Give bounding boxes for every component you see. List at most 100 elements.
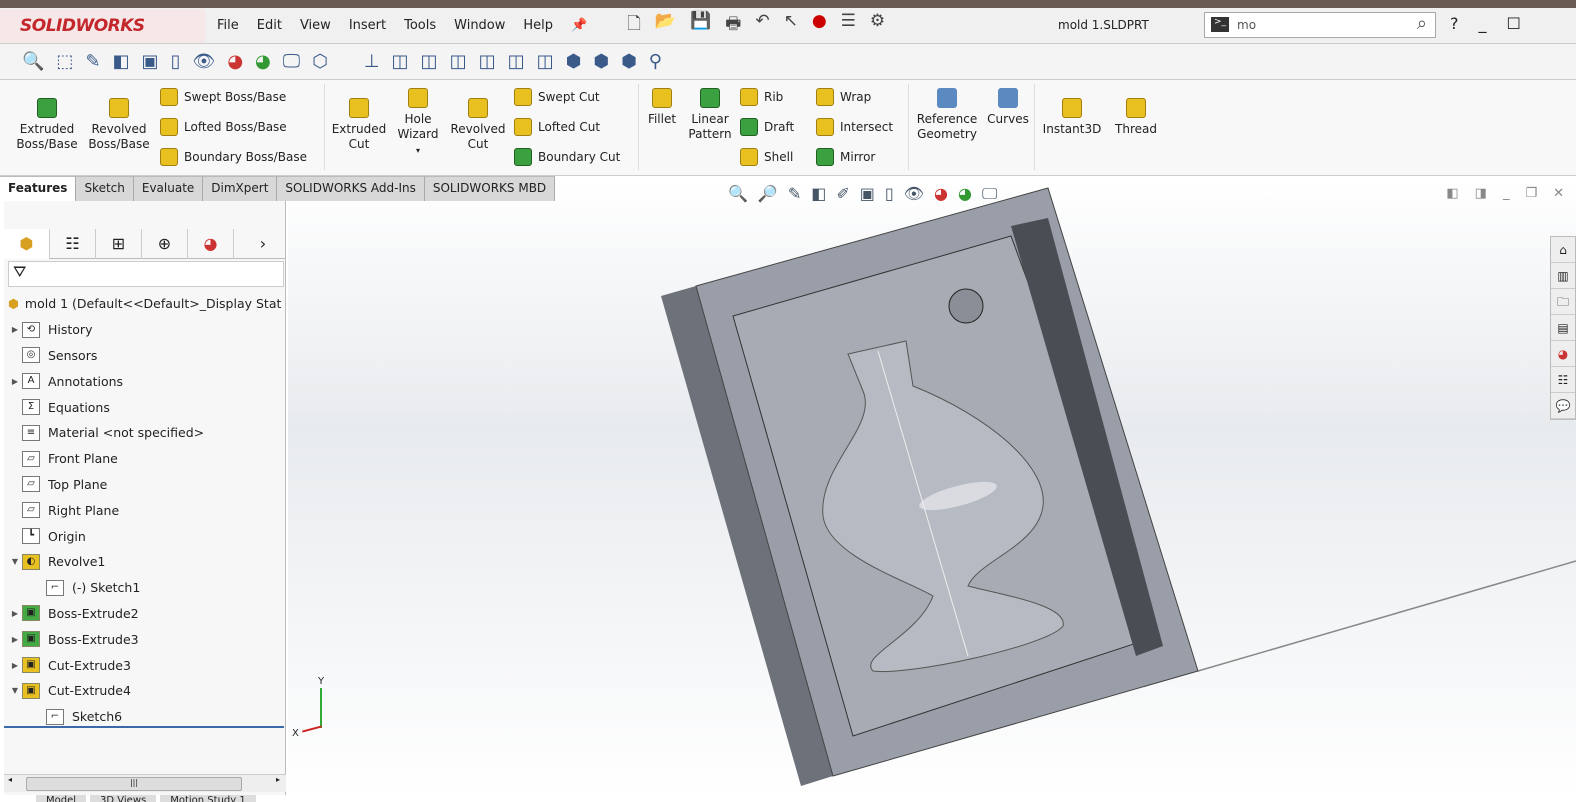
standard-view-front-icon[interactable]: ◫: [392, 51, 409, 72]
tree-item[interactable]: ≡ Material <not specified>: [4, 420, 281, 446]
tab-sketch[interactable]: Sketch: [76, 176, 134, 201]
file-properties-icon[interactable]: ☰: [841, 11, 856, 40]
dimxpert-manager-tab-icon[interactable]: ⊕: [142, 229, 188, 259]
expand-arrow-icon[interactable]: ▶: [8, 325, 22, 334]
appearances-icon[interactable]: ◕: [1551, 341, 1575, 367]
instant3d-button[interactable]: Instant3D: [1040, 98, 1104, 137]
custom-properties-icon[interactable]: ☷: [1551, 367, 1575, 393]
new-document-icon[interactable]: 🗋: [627, 11, 641, 40]
menu-edit[interactable]: Edit: [257, 18, 282, 33]
view-orientation-icon[interactable]: ▣: [142, 51, 159, 72]
link-view-icon[interactable]: ⚲: [649, 51, 662, 72]
standard-view-top-icon[interactable]: ◫: [508, 51, 525, 72]
lofted-boss-button[interactable]: Lofted Boss/Base: [160, 118, 287, 136]
graphics-area[interactable]: 🔍 🔎 ✎ ◧ ✐ ▣ ▯ 👁 ◕ ◕ 🖵 ◧ ◨ _ ❐ ✕ Y X ⌂ ▥ 🗀 ▤ ◕ ☷ 💬: [288, 176, 1576, 802]
maximize-button[interactable]: ☐: [1507, 14, 1521, 33]
rib-button[interactable]: Rib: [740, 88, 783, 106]
intersect-button[interactable]: Intersect: [816, 118, 893, 136]
3d-view-icon[interactable]: ⬡: [312, 51, 328, 72]
extruded-cut-button[interactable]: Extruded Cut: [330, 98, 388, 152]
file-explorer-icon[interactable]: 🗀: [1551, 289, 1575, 315]
previous-view-icon[interactable]: ✎: [85, 51, 100, 72]
menu-window[interactable]: Window: [454, 18, 505, 33]
view-palette-icon[interactable]: ▤: [1551, 315, 1575, 341]
expand-arrow-icon[interactable]: ▶: [8, 661, 22, 670]
shell-button[interactable]: Shell: [740, 148, 793, 166]
dimetric-icon[interactable]: ⬢: [621, 51, 637, 72]
revolved-boss-button[interactable]: Revolved Boss/Base: [88, 98, 150, 152]
view-settings-icon[interactable]: 🖵: [283, 51, 300, 72]
swept-cut-button[interactable]: Swept Cut: [514, 88, 600, 106]
rebuild-icon[interactable]: ●: [812, 11, 827, 40]
standard-view-left-icon[interactable]: ◫: [450, 51, 467, 72]
menu-view[interactable]: View: [300, 18, 331, 33]
edit-appearance-icon[interactable]: ◕: [227, 51, 243, 72]
open-icon[interactable]: 📂: [655, 11, 676, 40]
scroll-left-icon[interactable]: ◂: [8, 775, 12, 784]
tree-item[interactable]: ▱ Front Plane: [4, 446, 281, 472]
revolved-cut-button[interactable]: Revolved Cut: [448, 98, 508, 152]
expand-panel-icon[interactable]: ›: [240, 229, 286, 259]
curves-button[interactable]: Curves: [986, 88, 1030, 127]
tab-model[interactable]: Model: [36, 795, 87, 802]
forum-icon[interactable]: 💬: [1551, 393, 1575, 419]
save-icon[interactable]: 💾: [690, 11, 711, 40]
wrap-button[interactable]: Wrap: [816, 88, 871, 106]
expand-arrow-icon[interactable]: ▶: [8, 609, 22, 618]
tree-item[interactable]: Σ Equations: [4, 394, 281, 420]
feature-manager-tab-icon[interactable]: ⬢: [4, 229, 50, 259]
panel-horizontal-scrollbar[interactable]: ◂ ||| ▸: [4, 774, 286, 792]
hole-wizard-button[interactable]: Hole Wizard ▾: [392, 88, 444, 158]
tree-item[interactable]: ▶ ▣ Boss-Extrude2: [4, 601, 281, 627]
extruded-boss-button[interactable]: Extruded Boss/Base: [16, 98, 78, 152]
standard-view-right-icon[interactable]: ◫: [479, 51, 496, 72]
isometric-icon[interactable]: ⬢: [566, 51, 582, 72]
tree-item[interactable]: ◎ Sensors: [4, 343, 281, 369]
property-manager-tab-icon[interactable]: ☷: [50, 229, 96, 259]
tree-item[interactable]: ▶ A Annotations: [4, 368, 281, 394]
tree-root[interactable]: ⬢ mold 1 (Default<<Default>_Display Stat: [4, 291, 281, 317]
expand-arrow-icon[interactable]: ▼: [8, 686, 22, 695]
solidworks-resources-icon[interactable]: ⌂: [1551, 237, 1575, 263]
section-view-icon[interactable]: ◧: [113, 51, 130, 72]
options-gear-icon[interactable]: ⚙: [870, 11, 885, 40]
tree-item[interactable]: ┗ Origin: [4, 523, 281, 549]
tree-item[interactable]: ▶ ⟲ History: [4, 317, 281, 343]
undo-icon[interactable]: ↶: [755, 11, 769, 40]
mirror-button[interactable]: Mirror: [816, 148, 875, 166]
expand-arrow-icon[interactable]: ▶: [8, 635, 22, 644]
tree-item[interactable]: ▱ Top Plane: [4, 472, 281, 498]
tree-item[interactable]: ▱ Right Plane: [4, 497, 281, 523]
menu-insert[interactable]: Insert: [349, 18, 386, 33]
tab-3d-views[interactable]: 3D Views: [90, 795, 157, 802]
tab-mbd[interactable]: SOLIDWORKS MBD: [424, 176, 556, 201]
help-icon[interactable]: ?: [1450, 14, 1459, 33]
dropdown-arrow[interactable]: ▾: [416, 146, 420, 155]
select-icon[interactable]: ↖: [784, 11, 798, 40]
display-manager-tab-icon[interactable]: ◕: [188, 229, 234, 259]
tab-features[interactable]: Features: [0, 176, 77, 201]
expand-arrow-icon[interactable]: ▶: [8, 377, 22, 386]
tree-filter-input[interactable]: ⛛: [8, 261, 284, 287]
apply-scene-icon[interactable]: ◕: [255, 51, 271, 72]
minimize-button[interactable]: _: [1479, 14, 1487, 33]
normal-to-icon[interactable]: ⊥: [364, 51, 380, 72]
search-icon[interactable]: ⌕: [1417, 13, 1427, 34]
tab-evaluate[interactable]: Evaluate: [133, 176, 204, 201]
expand-arrow-icon[interactable]: ▼: [8, 557, 22, 566]
tab-dimxpert[interactable]: DimXpert: [203, 176, 278, 201]
hide-show-icon[interactable]: 👁: [192, 51, 215, 72]
lofted-cut-button[interactable]: Lofted Cut: [514, 118, 600, 136]
draft-button[interactable]: Draft: [740, 118, 794, 136]
menu-help[interactable]: Help: [523, 18, 553, 33]
trimetric-icon[interactable]: ⬢: [593, 51, 609, 72]
scroll-right-icon[interactable]: ▸: [276, 775, 280, 784]
standard-view-bottom-icon[interactable]: ◫: [537, 51, 554, 72]
rollback-bar[interactable]: [4, 726, 284, 728]
menu-file[interactable]: File: [217, 18, 239, 33]
zoom-to-fit-icon[interactable]: 🔍: [22, 51, 44, 72]
fillet-button[interactable]: Fillet: [644, 88, 680, 127]
display-style-icon[interactable]: ▯: [171, 51, 181, 72]
boundary-cut-button[interactable]: Boundary Cut: [514, 148, 620, 166]
reference-geometry-button[interactable]: Reference Geometry: [912, 88, 982, 142]
